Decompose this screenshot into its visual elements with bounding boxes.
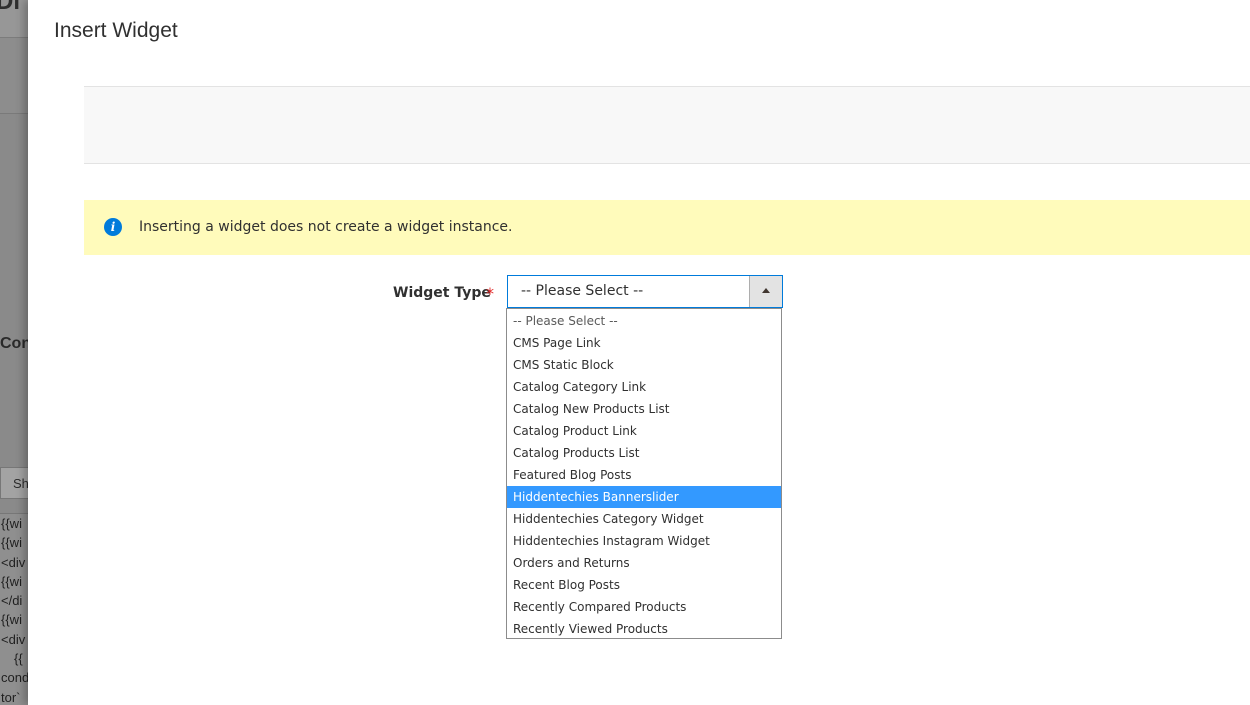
dropdown-option[interactable]: Catalog Category Link [507, 376, 781, 398]
info-notice: i Inserting a widget does not create a w… [84, 200, 1250, 255]
dropdown-option[interactable]: Recent Blog Posts [507, 574, 781, 596]
notice-text: Inserting a widget does not create a wid… [139, 219, 513, 235]
dropdown-option[interactable]: Catalog Product Link [507, 420, 781, 442]
dropdown-option[interactable]: Orders and Returns [507, 552, 781, 574]
modal-title: Insert Widget [54, 19, 178, 42]
widget-type-select[interactable]: -- Please Select -- [507, 275, 783, 308]
chevron-up-icon[interactable] [749, 276, 782, 307]
dropdown-option[interactable]: -- Please Select -- [507, 310, 781, 332]
widget-type-dropdown-list: -- Please Select -- CMS Page Link CMS Stat… [506, 308, 782, 639]
dropdown-option[interactable]: Featured Blog Posts [507, 464, 781, 486]
background-header-title: Di [0, 0, 20, 15]
dropdown-option[interactable]: Recently Compared Products [507, 596, 781, 618]
background-section-title: Con [0, 335, 32, 352]
dropdown-option[interactable]: Hiddentechies Instagram Widget [507, 530, 781, 552]
dropdown-option[interactable]: Catalog Products List [507, 442, 781, 464]
dropdown-option[interactable]: Recently Viewed Products [507, 618, 781, 640]
widget-type-select-value: -- Please Select -- [521, 283, 644, 299]
info-icon: i [104, 218, 122, 236]
dropdown-option[interactable]: CMS Page Link [507, 332, 781, 354]
dropdown-option[interactable]: CMS Static Block [507, 354, 781, 376]
dropdown-option[interactable]: Hiddentechies Bannerslider [507, 486, 781, 508]
widget-type-label: Widget Type [393, 285, 491, 301]
dropdown-option[interactable]: Catalog New Products List [507, 398, 781, 420]
insert-widget-modal: Insert Widget i Inserting a widget does … [28, 0, 1250, 705]
background-button-label: Sh [13, 476, 29, 491]
modal-toolbar [84, 86, 1250, 164]
required-marker: * [486, 284, 494, 303]
dropdown-option[interactable]: Hiddentechies Category Widget [507, 508, 781, 530]
